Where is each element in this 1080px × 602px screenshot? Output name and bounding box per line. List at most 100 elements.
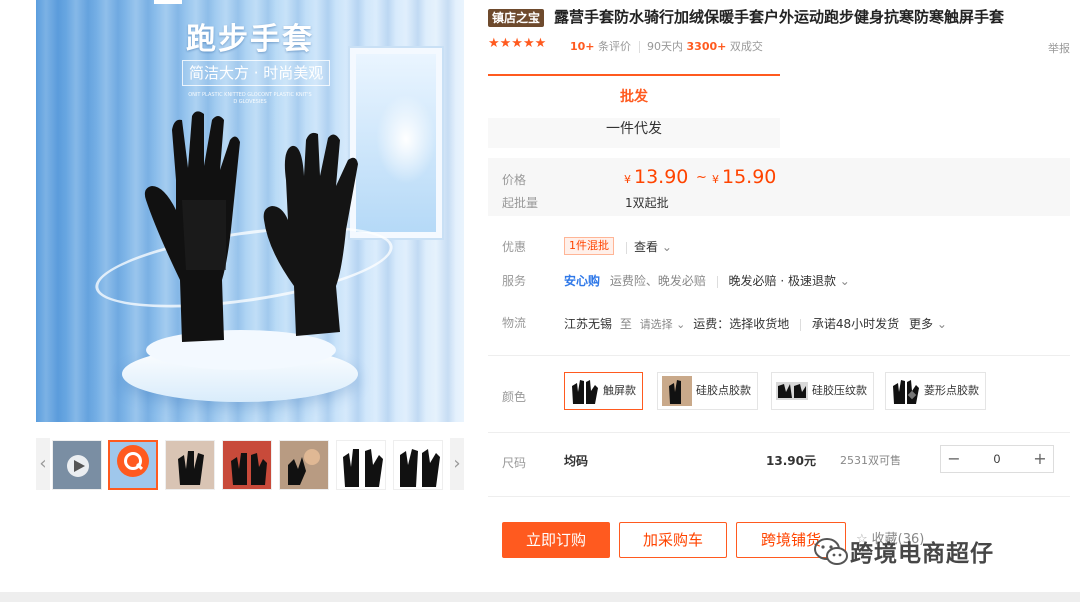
size-price: 13.90元 [766,454,816,468]
service-extra: 晚发必赔 · 极速退款 [728,274,836,288]
promo-label: 优惠 [502,240,527,254]
price-separator: ~ [696,170,707,185]
size-stock: 2531双可售 [840,454,901,467]
ship-promise: 承诺48小时发货 [811,317,900,331]
sales-prefix: 90天内 [647,40,684,53]
main-product-image[interactable]: 跑步手套 简洁大方 · 时尚美观 ONIT PLASTIC KNITTED GL… [36,0,464,422]
review-label: 条评价 [598,40,632,53]
thumbnail-4[interactable] [222,440,272,490]
price-label: 价格 [502,173,527,187]
section-divider [488,496,1070,497]
quantity-stepper: − + [940,445,1054,473]
service-row[interactable]: 安心购 运费险、晚发必赔 晚发必赔 · 极速退款 ⌄ [564,272,850,289]
rating-meta: 10+ 条评价 90天内 3300+ 双成交 [570,38,763,54]
divider [800,318,802,331]
order-now-button[interactable]: 立即订购 [502,522,610,558]
title-bar-decoration [154,0,182,4]
rating-stars: ★★★★★ [488,36,547,51]
color-label: 颜色 [502,390,527,404]
chevron-down-icon: ⌄ [658,240,672,254]
image-fine-print-line-1: ONIT PLASTIC KNITTED GLOCONT PLASTIC KNI… [188,92,312,98]
watermark-text: 跨境电商超仔 [850,541,994,567]
thumbnail-5[interactable] [279,440,329,490]
image-subtitle: 简洁大方 · 时尚美观 [182,60,331,86]
minus-icon[interactable]: − [941,446,967,472]
tab-active-indicator [488,74,780,76]
product-page: 跑步手套 简洁大方 · 时尚美观 ONIT PLASTIC KNITTED GL… [0,0,1080,602]
size-label: 尺码 [502,456,527,470]
image-title: 跑步手套 [186,22,314,57]
thumbnail-3[interactable] [165,440,215,490]
promo-view-label: 查看 [634,240,659,254]
color-swatch [890,376,920,406]
sales-count: 3300+ [686,40,727,53]
quantity-input[interactable] [967,446,1027,472]
color-option-label: 硅胶压纹款 [812,384,867,397]
logistics-more[interactable]: 更多 ⌄ [909,317,947,331]
color-swatch [662,376,692,406]
shop-badge: 镇店之宝 [488,9,545,27]
chevron-down-icon: ⌄ [672,318,686,331]
wechat-icon [814,538,848,565]
tab-wholesale[interactable]: 批发 [488,86,780,106]
color-option-label: 硅胶点胶款 [696,384,751,397]
chevron-right-icon[interactable]: › [450,438,464,490]
service-items: 运费险、晚发必赔 [609,274,706,288]
chevron-left-icon[interactable]: ‹ [36,438,50,490]
logistics-more-label: 更多 [909,317,934,331]
divider [716,275,718,288]
currency-symbol: ¥ [624,173,631,186]
right-glove [263,132,358,336]
divider [638,41,640,53]
ship-to-select[interactable]: 请选择 ⌄ [640,318,686,331]
service-label: 服务 [502,274,527,288]
color-option-diamond-dot[interactable]: 菱形点胶款 [885,372,986,410]
review-count[interactable]: 10+ [570,40,595,53]
ship-to-word: 至 [619,317,632,331]
promo-tag: 1件混批 [564,237,614,255]
color-swatch [569,376,599,406]
color-option-label: 触屏款 [603,384,636,397]
size-name: 均码 [564,454,589,468]
report-link[interactable]: 举报 [1048,40,1070,56]
thumbnail-active[interactable] [108,440,158,490]
chevron-down-icon: ⌄ [835,274,850,288]
ship-to-select-label: 请选择 [639,318,673,331]
price-min: ¥13.90 [624,166,688,188]
color-option-touchscreen[interactable]: 触屏款 [564,372,643,410]
purchase-tabs: 批发 一件代发 [488,74,780,148]
sales-label: 双成交 [729,40,763,53]
thumbnail-strip: ‹ › [36,438,464,492]
tab-dropship[interactable]: 一件代发 [488,118,780,148]
thumbnail-7[interactable] [393,440,443,490]
zoom-icon [117,445,149,477]
footer-bar [0,592,1080,602]
plus-icon[interactable]: + [1027,446,1053,472]
price-box: 价格 ¥13.90 ~ ¥15.90 起批量 1双起批 [488,158,1070,216]
price-max-value: 15.90 [722,166,777,188]
thumbnail-6[interactable] [336,440,386,490]
promo-view[interactable]: 查看 ⌄ [626,238,672,255]
image-fine-print: ONIT PLASTIC KNITTED GLOCONT PLASTIC KNI… [36,92,464,106]
moq-label: 起批量 [502,196,539,210]
price-min-value: 13.90 [634,166,689,188]
section-divider [488,355,1070,356]
image-fine-print-line-2: D GLOVESIES [233,99,267,105]
section-divider [488,432,1070,433]
add-to-cart-button[interactable]: 加采购车 [619,522,727,558]
currency-symbol: ¥ [712,173,719,186]
play-icon [67,455,89,477]
color-option-silicone-press[interactable]: 硅胶压纹款 [771,372,874,410]
chevron-down-icon: ⌄ [933,317,947,331]
thumbnail-video[interactable] [52,440,102,490]
price-max: ¥15.90 [712,166,776,188]
color-option-silicone-dot[interactable]: 硅胶点胶款 [657,372,758,410]
ship-from: 江苏无锡 [564,317,613,331]
moq-value: 1双起批 [625,196,669,210]
safe-buy-label: 安心购 [564,274,601,288]
divider [626,241,627,254]
freight-info: 运费：选择收货地 [693,317,790,331]
color-option-label: 菱形点胶款 [924,384,979,397]
product-title: 露营手套防水骑行加绒保暖手套户外运动跑步健身抗寒防寒触屏手套 [554,8,1005,26]
logistics-row: 江苏无锡 至 请选择 ⌄ 运费：选择收货地 承诺48小时发货 更多 ⌄ [564,315,947,332]
